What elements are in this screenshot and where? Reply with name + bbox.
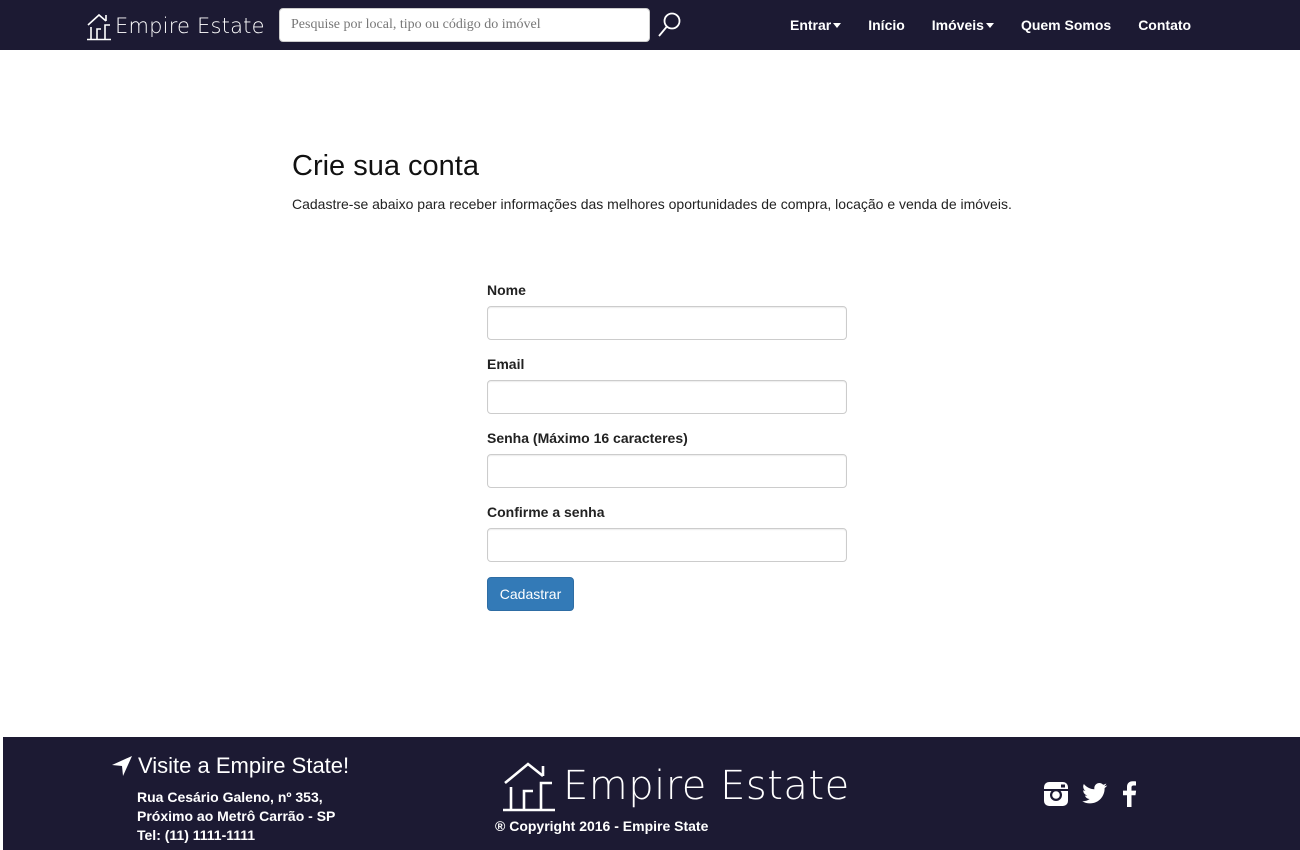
form-group-confirm: Confirme a senha [487, 504, 847, 562]
nav-menu: Entrar Início Imóveis Quem Somos Contato [790, 0, 1191, 50]
email-field[interactable] [487, 380, 847, 414]
search-button[interactable] [657, 11, 683, 39]
house-logo-icon [503, 762, 555, 812]
search-input[interactable] [279, 8, 650, 42]
nav-item-label: Entrar [790, 17, 832, 33]
nav-item-contato[interactable]: Contato [1138, 17, 1191, 33]
instagram-icon[interactable] [1043, 781, 1069, 812]
phone-number: Tel: (11) 1111-1111 [137, 827, 256, 843]
social-links [1043, 781, 1137, 812]
brand-logo[interactable]: Empire Estate [86, 11, 265, 41]
nav-item-quem-somos[interactable]: Quem Somos [1021, 17, 1111, 33]
confirm-password-label: Confirme a senha [487, 504, 605, 520]
house-logo-icon [87, 13, 111, 41]
nav-item-imoveis[interactable]: Imóveis [932, 17, 994, 33]
address-line1: Rua Cesário Galeno, nº 353, [137, 789, 323, 805]
footer: Visite a Empire State! Rua Cesário Galen… [0, 737, 1300, 850]
password-field[interactable] [487, 454, 847, 488]
visit-heading: Visite a Empire State! [111, 753, 349, 779]
email-label: Email [487, 356, 525, 372]
facebook-icon[interactable] [1121, 781, 1137, 812]
footer-brand-logo: Empire Estate [501, 759, 850, 813]
nav-item-label: Contato [1138, 17, 1192, 33]
brand-name: Empire Estate [115, 14, 265, 38]
address-block: Rua Cesário Galeno, nº 353, Próximo ao M… [137, 788, 335, 845]
page-subtitle: Cadastre-se abaixo para receber informaç… [292, 196, 1012, 212]
caret-down-icon [985, 22, 994, 28]
twitter-icon[interactable] [1082, 783, 1108, 810]
submit-button[interactable]: Cadastrar [487, 577, 574, 611]
visit-title: Visite a Empire State! [138, 753, 350, 778]
location-arrow-icon [112, 756, 132, 776]
nav-item-label: Início [868, 17, 905, 33]
nav-item-inicio[interactable]: Início [868, 17, 905, 33]
address-line2: Próximo ao Metrô Carrão - SP [137, 808, 336, 824]
nav-item-label: Imóveis [931, 17, 984, 33]
confirm-password-field[interactable] [487, 528, 847, 562]
copyright-text: ® Copyright 2016 - Empire State [495, 818, 709, 834]
search-icon [658, 12, 681, 37]
page-title: Crie sua conta [292, 150, 479, 182]
footer-brand-name: Empire Estate [563, 763, 850, 809]
nav-item-entrar[interactable]: Entrar [790, 17, 842, 33]
form-group-senha: Senha (Máximo 16 caracteres) [487, 430, 847, 488]
form-group-nome: Nome [487, 282, 847, 340]
signup-form: Nome Email Senha (Máximo 16 caracteres) … [487, 282, 847, 578]
password-label: Senha (Máximo 16 caracteres) [487, 430, 688, 446]
top-navbar: Empire Estate Entrar Início Imóveis Quem… [0, 0, 1300, 50]
caret-down-icon [833, 22, 842, 28]
form-group-email: Email [487, 356, 847, 414]
nav-item-label: Quem Somos [1020, 17, 1112, 33]
name-field[interactable] [487, 306, 847, 340]
name-label: Nome [487, 282, 526, 298]
